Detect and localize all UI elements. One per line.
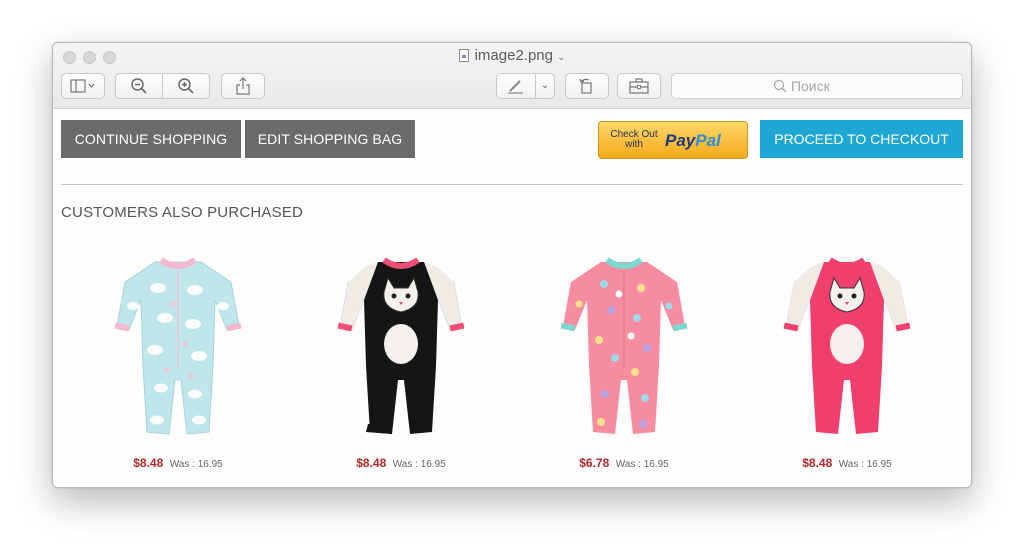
title-bar: image2.png ⌄ ⌄ Поиск (53, 43, 971, 109)
search-icon (773, 79, 787, 93)
rotate-button[interactable] (565, 73, 609, 99)
zoom-in-icon (178, 78, 194, 94)
product-image-pink-dot-pajama[interactable] (549, 248, 699, 448)
product-card[interactable]: $6.78 Was : 16.95 (524, 248, 724, 478)
share-button[interactable] (221, 73, 265, 99)
chevron-down-icon: ⌄ (557, 52, 566, 63)
product-card[interactable]: $8.48 Was : 16.95 (747, 248, 947, 478)
price-row: $8.48 Was : 16.95 (301, 454, 501, 472)
product-image-pink-cat-pajama[interactable] (772, 248, 922, 448)
zoom-out-button[interactable] (115, 73, 163, 99)
zoom-in-button[interactable] (162, 73, 210, 99)
markup-button[interactable] (496, 73, 536, 99)
proceed-to-checkout-button[interactable]: PROCEED TO CHECKOUT (760, 120, 963, 158)
original-price: Was : 16.95 (392, 459, 446, 470)
paypal-with-text: with (625, 139, 643, 150)
toolbox-icon (629, 78, 649, 94)
image-file-icon (458, 49, 469, 62)
paypal-logo-pay: Pay (665, 131, 696, 150)
sidebar-toggle-button[interactable] (61, 73, 105, 99)
customers-also-purchased-title: CUSTOMERS ALSO PURCHASED (61, 204, 304, 221)
rotate-icon (579, 78, 592, 94)
preview-window: image2.png ⌄ ⌄ Поиск CONTINUE SHOPPING E… (52, 42, 972, 488)
markup-menu-button[interactable]: ⌄ (535, 73, 555, 99)
product-card[interactable]: $8.48 Was : 16.95 (301, 248, 501, 478)
sale-price: $6.78 (579, 456, 610, 470)
sale-price: $8.48 (356, 456, 387, 470)
share-icon (236, 77, 250, 95)
product-image-light-blue-pajama[interactable] (103, 248, 253, 448)
price-row: $8.48 Was : 16.95 (747, 454, 947, 472)
paypal-logo-pal: Pal (695, 131, 721, 150)
product-image-black-cat-pajama[interactable] (326, 248, 476, 448)
price-row: $8.48 Was : 16.95 (78, 454, 278, 472)
chevron-down-icon: ⌄ (540, 80, 550, 91)
price-row: $6.78 Was : 16.95 (524, 454, 724, 472)
paypal-checkout-button[interactable]: Check Out with PayPal (598, 121, 748, 159)
original-price: Was : 16.95 (838, 459, 892, 470)
paypal-checkout-label: Check Out with (607, 130, 661, 150)
image-content: CONTINUE SHOPPING EDIT SHOPPING BAG Chec… (53, 110, 971, 487)
paypal-logo: PayPal (665, 131, 721, 151)
sidebar-icon (70, 79, 95, 93)
sale-price: $8.48 (802, 456, 833, 470)
original-price: Was : 16.95 (169, 459, 223, 470)
continue-shopping-button[interactable]: CONTINUE SHOPPING (61, 120, 241, 158)
window-title[interactable]: image2.png ⌄ (53, 47, 971, 64)
zoom-out-icon (131, 78, 147, 94)
edit-shopping-bag-button[interactable]: EDIT SHOPPING BAG (245, 120, 415, 158)
original-price: Was : 16.95 (615, 459, 669, 470)
toolbox-button[interactable] (617, 73, 661, 99)
sale-price: $8.48 (133, 456, 164, 470)
divider (61, 184, 963, 185)
markup-icon (508, 80, 523, 94)
search-field[interactable] (671, 73, 963, 99)
window-title-text: image2.png (474, 47, 553, 64)
search-input[interactable] (790, 78, 861, 94)
product-card[interactable]: $8.48 Was : 16.95 (78, 248, 278, 478)
